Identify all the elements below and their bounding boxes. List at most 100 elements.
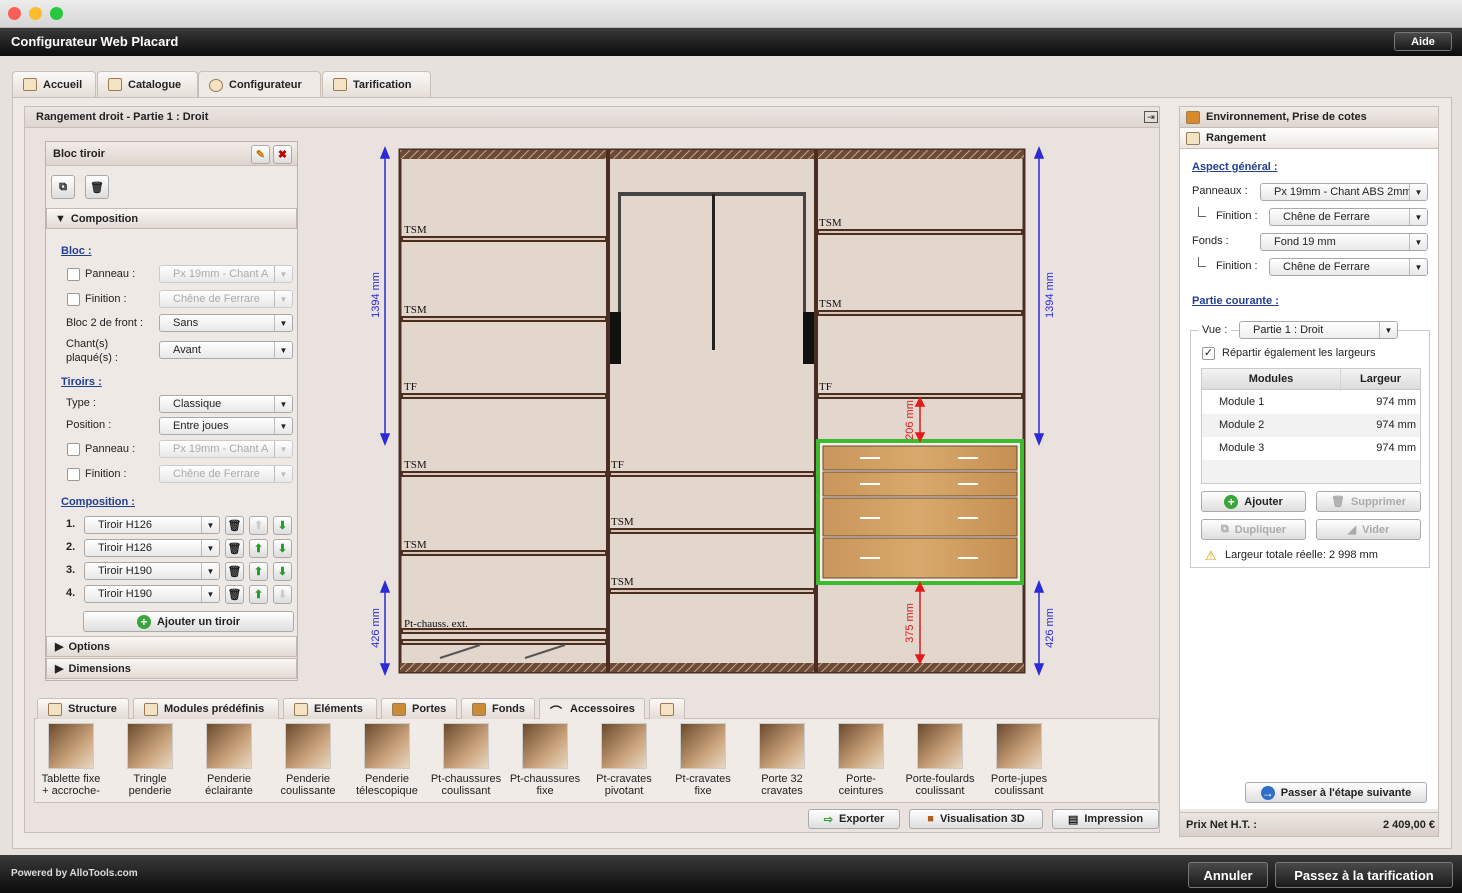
wardrobe-drawing[interactable]: 1394 mm 426 mm 1394 mm 426 mm 206 mm 375… [360, 140, 1080, 680]
panneau2-checkbox[interactable] [67, 443, 80, 456]
repartir-checkbox[interactable]: ✓ [1202, 347, 1215, 360]
chant-select[interactable]: Avant ▼ [159, 341, 293, 359]
duplicate-module-button[interactable]: ⧉ Dupliquer [1201, 519, 1306, 540]
copy-icon[interactable]: ⧉ [51, 175, 75, 199]
arrow-up-icon: ⬆ [253, 589, 264, 601]
drawer-delete-button[interactable]: 🗑 [225, 539, 244, 558]
tab-extra[interactable] [649, 698, 685, 719]
tab-modules-predefinis[interactable]: Modules prédéfinis [133, 698, 279, 719]
home-icon [23, 78, 37, 91]
move-down-button[interactable]: ⬇ [273, 562, 292, 581]
chevron-down-icon: ▼ [201, 586, 219, 602]
position-select[interactable]: Entre joues ▼ [159, 417, 293, 435]
drawer-select[interactable]: Tiroir H190 ▼ [84, 585, 220, 603]
move-down-button[interactable]: ⬇ [273, 585, 292, 604]
tab-fonds[interactable]: Fonds [461, 698, 535, 719]
pull-down-handle [712, 194, 715, 350]
collapse-panel-icon[interactable]: ⇥ [1144, 111, 1158, 123]
table-row[interactable]: Module 1 974 mm [1202, 391, 1420, 414]
pull-down-bracket [610, 312, 621, 364]
accessory-item[interactable]: Tablette fixe + accroche- [32, 723, 110, 797]
largeur-column-header: Largeur [1360, 373, 1401, 385]
gear-icon [209, 78, 223, 92]
drawer-delete-button[interactable]: 🗑 [225, 516, 244, 535]
tab-portes[interactable]: Portes [381, 698, 457, 719]
chevron-down-icon: ▼ [274, 418, 292, 434]
go-to-pricing-button[interactable]: Passez à la tarification [1275, 862, 1453, 888]
tab-configurateur[interactable]: Configurateur [198, 71, 321, 98]
environment-header[interactable]: Environnement, Prise de cotes [1180, 107, 1438, 128]
panneau-select[interactable]: Px 19mm - Chant A ▼ [159, 265, 293, 283]
close-window-icon[interactable] [8, 7, 21, 20]
drawer-select[interactable]: Tiroir H126 ▼ [84, 516, 220, 534]
minimize-window-icon[interactable] [29, 7, 42, 20]
zoom-window-icon[interactable] [50, 7, 63, 20]
finition2-select[interactable]: Chêne de Ferrare ▼ [159, 465, 293, 483]
cancel-button[interactable]: Annuler [1188, 862, 1268, 888]
edit-icon[interactable]: ✎ [251, 145, 270, 164]
accessory-item[interactable]: Porte 32 cravates [743, 723, 821, 797]
tab-accessoires[interactable]: ⌒ Accessoires [539, 698, 645, 719]
move-up-button[interactable]: ⬆ [249, 585, 268, 604]
move-up-button[interactable]: ⬆ [249, 562, 268, 581]
move-up-button[interactable]: ⬆ [249, 516, 268, 535]
panneau-checkbox[interactable] [67, 268, 80, 281]
accessory-item[interactable]: Tringle penderie [111, 723, 189, 797]
export-button[interactable]: ⇨ Exporter [808, 809, 900, 829]
accessory-item[interactable]: Pt-cravates pivotant [585, 723, 663, 797]
shelf-label: TSM [404, 304, 427, 316]
drawer-delete-button[interactable]: 🗑 [225, 562, 244, 581]
drawer-delete-button[interactable]: 🗑 [225, 585, 244, 604]
add-drawer-button[interactable]: + Ajouter un tiroir [83, 611, 294, 632]
clear-modules-button[interactable]: ◢ Vider [1316, 519, 1421, 540]
finition-checkbox[interactable] [67, 293, 80, 306]
vue-select[interactable]: Partie 1 : Droit ▼ [1239, 321, 1398, 339]
close-icon[interactable]: ✖ [273, 145, 292, 164]
move-down-button[interactable]: ⬇ [273, 516, 292, 535]
accessory-item[interactable]: Pt-chaussures coulissant [427, 723, 505, 797]
accessory-item[interactable]: Pt-cravates fixe [664, 723, 742, 797]
tab-catalogue[interactable]: Catalogue [97, 71, 198, 97]
app-header: Configurateur Web Placard Aide [0, 28, 1462, 56]
type-select[interactable]: Classique ▼ [159, 395, 293, 413]
move-up-button[interactable]: ⬆ [249, 539, 268, 558]
tiroirs-section-title: Tiroirs : [61, 376, 102, 388]
tab-elements[interactable]: Eléments [283, 698, 377, 719]
tab-tarification[interactable]: Tarification [322, 71, 431, 97]
add-module-button[interactable]: + Ajouter [1201, 491, 1306, 512]
composition-header[interactable]: ▼ Composition [46, 208, 297, 229]
accessory-item[interactable]: Porte-foulards coulissant [901, 723, 979, 797]
accessory-item[interactable]: Penderie télescopique [348, 723, 426, 797]
options-header[interactable]: ▶ Options [46, 636, 297, 657]
tab-structure[interactable]: Structure [37, 698, 129, 719]
next-step-button[interactable]: → Passer à l'étape suivante [1245, 782, 1427, 803]
finition2-select-right[interactable]: Chêne de Ferrare ▼ [1269, 258, 1428, 276]
finition-select-right[interactable]: Chêne de Ferrare ▼ [1269, 208, 1428, 226]
delete-module-button[interactable]: 🗑 Supprimer [1316, 491, 1421, 512]
view-3d-button[interactable]: ■ Visualisation 3D [909, 809, 1043, 829]
accessory-item[interactable]: Porte-jupes coulissant [980, 723, 1058, 797]
accessory-item[interactable]: Pt-chaussures fixe [506, 723, 584, 797]
dimensions-header[interactable]: ▶ Dimensions [46, 658, 297, 679]
accessory-item[interactable]: Porte- ceintures [822, 723, 900, 797]
drawer-select[interactable]: Tiroir H190 ▼ [84, 562, 220, 580]
trash-icon[interactable]: 🗑 [85, 175, 109, 199]
table-row[interactable]: Module 2 974 mm [1202, 414, 1420, 437]
accessory-item[interactable]: Penderie coulissante [269, 723, 347, 797]
help-button[interactable]: Aide [1394, 32, 1452, 51]
fonds-select[interactable]: Fond 19 mm ▼ [1260, 233, 1428, 251]
finition-select[interactable]: Chêne de Ferrare ▼ [159, 290, 293, 308]
table-row[interactable]: Module 3 974 mm [1202, 437, 1420, 460]
drawer-select[interactable]: Tiroir H126 ▼ [84, 539, 220, 557]
panneaux-select[interactable]: Px 19mm - Chant ABS 2mm ▼ [1260, 183, 1428, 201]
panneau2-select[interactable]: Px 19mm - Chant A ▼ [159, 440, 293, 458]
print-button[interactable]: ▤ Impression [1052, 809, 1159, 829]
rangement-header[interactable]: Rangement [1180, 128, 1438, 149]
cube-icon: ■ [927, 813, 934, 825]
tab-accueil[interactable]: Accueil [12, 71, 96, 97]
move-down-button[interactable]: ⬇ [273, 539, 292, 558]
finition2-checkbox[interactable] [67, 468, 80, 481]
accessory-item[interactable]: Penderie éclairante [190, 723, 268, 797]
bloc2-select[interactable]: Sans ▼ [159, 314, 293, 332]
eraser-icon: ◢ [1347, 524, 1357, 536]
